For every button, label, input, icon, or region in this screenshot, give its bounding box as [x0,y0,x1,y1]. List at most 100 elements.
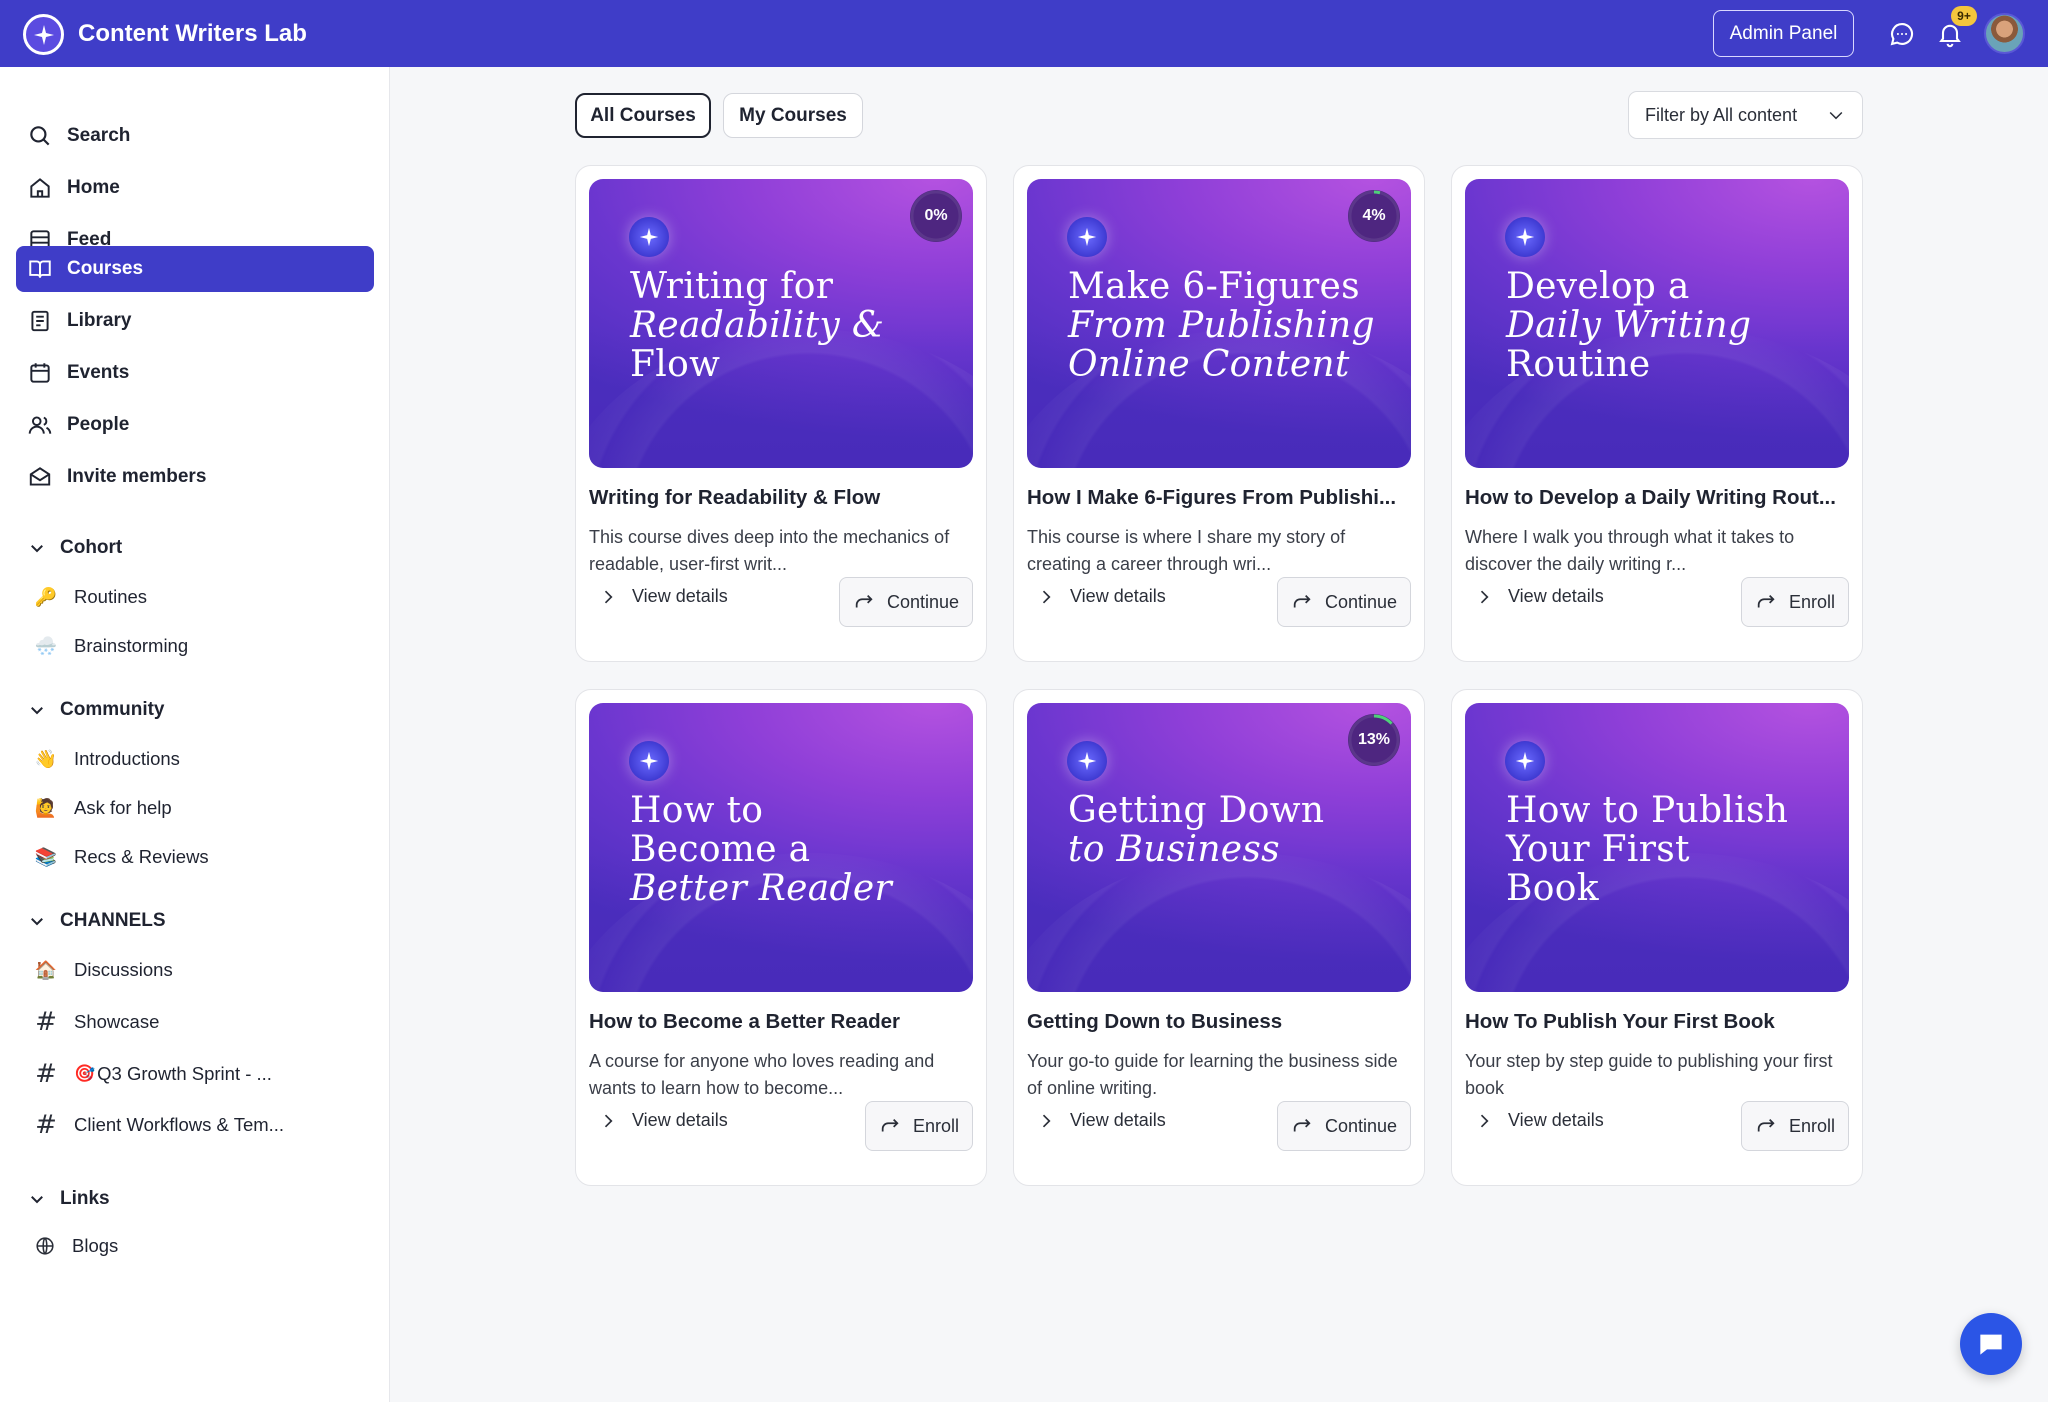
course-cover[interactable]: Writing for Readability & Flow 0% [589,179,973,468]
course-cover[interactable]: How to Publish Your First Book [1465,703,1849,992]
course-cover[interactable]: Getting Down to Business 13% [1027,703,1411,992]
chat-bubble-icon [1980,1334,2002,1355]
avatar[interactable] [1984,13,2025,54]
forward-arrow-icon [1293,1118,1311,1132]
course-card[interactable]: Develop a Daily Writing Routine How to Dev… [1451,165,1863,662]
cover-title-line: Online Content [1068,344,1350,385]
course-card[interactable]: How to Publish Your First Book How To Publ… [1451,689,1863,1186]
enroll-button[interactable]: Enroll [1741,577,1849,627]
view-details-label: View details [1070,586,1166,606]
chevron-right-icon [604,1114,613,1127]
continue-button[interactable]: Continue [839,577,973,627]
course-card[interactable]: How to Become a Better Reader How to Becom… [575,689,987,1186]
sidebar-item-label: Events [67,362,130,383]
sidebar-item-brainstorming[interactable]: 🌨️ Brainstorming [34,634,188,658]
cover-title-line: Better Reader [630,868,892,909]
course-cover[interactable]: Develop a Daily Writing Routine [1465,179,1849,468]
view-details-label: View details [1508,1110,1604,1130]
wave-emoji-icon: 👋 [34,748,58,769]
course-card[interactable]: Getting Down to Business 13% Getting Down… [1013,689,1425,1186]
chevron-down-icon [31,1196,43,1204]
cover-title-line: Daily Writing [1506,305,1752,346]
cover-title-line: Flow [630,344,721,385]
view-details-link[interactable]: View details [1036,1110,1166,1131]
sidebar-item-label: Discussions [74,959,173,980]
chevron-down-icon [1829,111,1843,120]
sidebar-item-client-workflows[interactable]: # Client Workflows & Tem... [34,1110,284,1140]
view-details-label: View details [632,1110,728,1130]
continue-button[interactable]: Continue [1277,1101,1411,1151]
progress-label: 13% [1357,731,1391,748]
section-community-toggle[interactable]: Community [28,699,165,721]
enroll-button[interactable]: Enroll [1741,1101,1849,1151]
course-card[interactable]: Make 6-Figures From Publishing Online Cont… [1013,165,1425,662]
view-details-link[interactable]: View details [598,586,728,607]
section-title: Cohort [60,537,123,558]
chat-icon[interactable] [1888,20,1916,48]
cover-title-line: Readability & [630,305,885,346]
action-label: Enroll [1788,1115,1836,1136]
hash-icon: # [35,1110,57,1140]
view-details-link[interactable]: View details [598,1110,728,1131]
cover-title: How to Become a Better Reader [630,791,950,908]
app-title[interactable]: Content Writers Lab [78,20,307,48]
course-title[interactable]: How to Become a Better Reader [589,1010,973,1034]
sidebar-item-q3-growth-sprint[interactable]: # 🎯 Q3 Growth Sprint - ... [34,1059,272,1089]
enroll-button[interactable]: Enroll [865,1101,973,1151]
course-card[interactable]: Writing for Readability & Flow 0% Writing … [575,165,987,662]
house-emoji-icon: 🏠 [34,959,58,980]
section-cohort-toggle[interactable]: Cohort [28,537,122,559]
sidebar-item-home[interactable]: Home [16,165,374,211]
view-details-link[interactable]: View details [1474,586,1604,607]
sidebar-item-label: Courses [67,258,144,279]
sidebar-item-library[interactable]: Library [16,298,374,344]
sidebar-item-ask-for-help[interactable]: 🙋 Ask for help [34,796,172,820]
section-channels-toggle[interactable]: CHANNELS [28,910,166,932]
course-cover[interactable]: Make 6-Figures From Publishing Online Cont… [1027,179,1411,468]
raised-hand-emoji-icon: 🙋 [34,797,58,818]
cover-title: Develop a Daily Writing Routine [1506,267,1826,384]
section-title: Links [60,1188,110,1209]
sidebar-item-courses[interactable]: Courses [16,246,374,292]
tab-my-courses[interactable]: My Courses [723,93,863,138]
course-title[interactable]: How I Make 6-Figures From Publishi... [1027,486,1411,510]
sidebar-item-invite-members[interactable]: Invite members [16,454,374,500]
sidebar-item-routines[interactable]: 🔑 Routines [34,585,147,609]
sidebar-item-introductions[interactable]: 👋 Introductions [34,747,180,771]
sparkle-icon [1067,217,1107,257]
course-description: A course for anyone who loves reading an… [589,1051,935,1098]
globe-icon [36,1237,54,1255]
chevron-down-icon [31,707,43,715]
sidebar-item-blogs[interactable]: Blogs [34,1235,118,1257]
course-title[interactable]: How to Develop a Daily Writing Rout... [1465,486,1849,510]
chat-launcher-button[interactable] [1960,1313,2022,1375]
sidebar-item-recs-reviews[interactable]: 📚 Recs & Reviews [34,845,209,869]
cover-title-line: Make 6-Figures [1068,266,1360,307]
key-emoji-icon: 🔑 [34,586,58,607]
library-icon [31,310,49,332]
sidebar-item-label: Library [67,310,132,331]
app-logo-icon[interactable] [23,14,64,55]
tab-all-courses[interactable]: All Courses [575,93,711,138]
continue-button[interactable]: Continue [1277,577,1411,627]
course-title[interactable]: How To Publish Your First Book [1465,1010,1849,1034]
section-links-toggle[interactable]: Links [28,1188,110,1210]
view-details-link[interactable]: View details [1036,586,1166,607]
filter-dropdown[interactable]: Filter by All content [1628,91,1863,139]
cover-title-line: How to [630,790,764,831]
mail-icon [29,467,51,486]
course-title[interactable]: Writing for Readability & Flow [589,486,973,510]
sidebar-item-label: Showcase [74,1011,160,1032]
view-details-link[interactable]: View details [1474,1110,1604,1131]
course-cover[interactable]: How to Become a Better Reader [589,703,973,992]
sidebar-item-people[interactable]: People [16,402,374,448]
admin-panel-button[interactable]: Admin Panel [1713,10,1854,57]
sidebar-item-discussions[interactable]: 🏠 Discussions [34,958,173,982]
sidebar-item-search[interactable]: Search [16,113,374,159]
course-title[interactable]: Getting Down to Business [1027,1010,1411,1034]
sidebar-item-showcase[interactable]: # Showcase [34,1007,159,1037]
cover-title: Make 6-Figures From Publishing Online Cont… [1068,267,1388,384]
notification-badge: 9+ [1951,6,1977,26]
forward-arrow-icon [881,1118,899,1132]
sidebar-item-events[interactable]: Events [16,350,374,396]
